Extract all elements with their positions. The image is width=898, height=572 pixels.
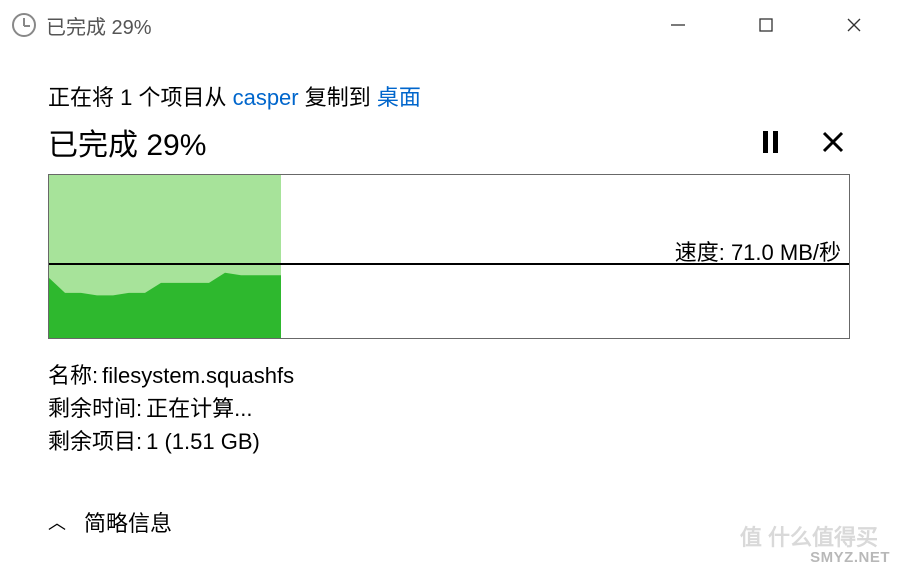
source-link[interactable]: casper: [233, 85, 299, 110]
dialog-content: 正在将 1 个项目从 casper 复制到 桌面 已完成 29% 速度: 71.…: [0, 50, 898, 458]
pause-button[interactable]: [763, 131, 778, 153]
close-window-button[interactable]: [810, 0, 898, 50]
cancel-button[interactable]: [822, 131, 844, 153]
progress-header: 已完成 29%: [48, 120, 850, 164]
speed-label: 速度: 71.0 MB/秒: [675, 235, 841, 267]
speed-chart: 速度: 71.0 MB/秒: [48, 174, 850, 339]
copy-description: 正在将 1 个项目从 casper 复制到 桌面: [48, 80, 850, 112]
progress-heading: 已完成 29%: [48, 120, 206, 164]
chevron-up-icon: ︿: [48, 509, 66, 535]
detail-items: 剩余项目: 1 (1.51 GB): [48, 425, 850, 458]
window-title: 已完成 29%: [46, 11, 152, 40]
minimize-button[interactable]: [634, 0, 722, 50]
clock-icon: [12, 13, 36, 37]
pause-icon: [763, 131, 778, 153]
detail-time: 剩余时间: 正在计算...: [48, 392, 850, 425]
detail-name: 名称: filesystem.squashfs: [48, 359, 850, 392]
maximize-button[interactable]: [722, 0, 810, 50]
toggle-label: 简略信息: [84, 506, 172, 538]
dest-link[interactable]: 桌面: [377, 85, 421, 110]
copy-prefix: 正在将 1 个项目从: [48, 85, 233, 110]
titlebar: 已完成 29%: [0, 0, 898, 50]
details: 名称: filesystem.squashfs 剩余时间: 正在计算... 剩余…: [48, 359, 850, 458]
window-controls: [634, 0, 898, 50]
copy-mid: 复制到: [299, 85, 377, 110]
close-icon: [822, 131, 844, 153]
watermark-text: SMYZ.NET: [802, 543, 898, 572]
details-toggle[interactable]: ︿ 简略信息: [48, 506, 172, 538]
